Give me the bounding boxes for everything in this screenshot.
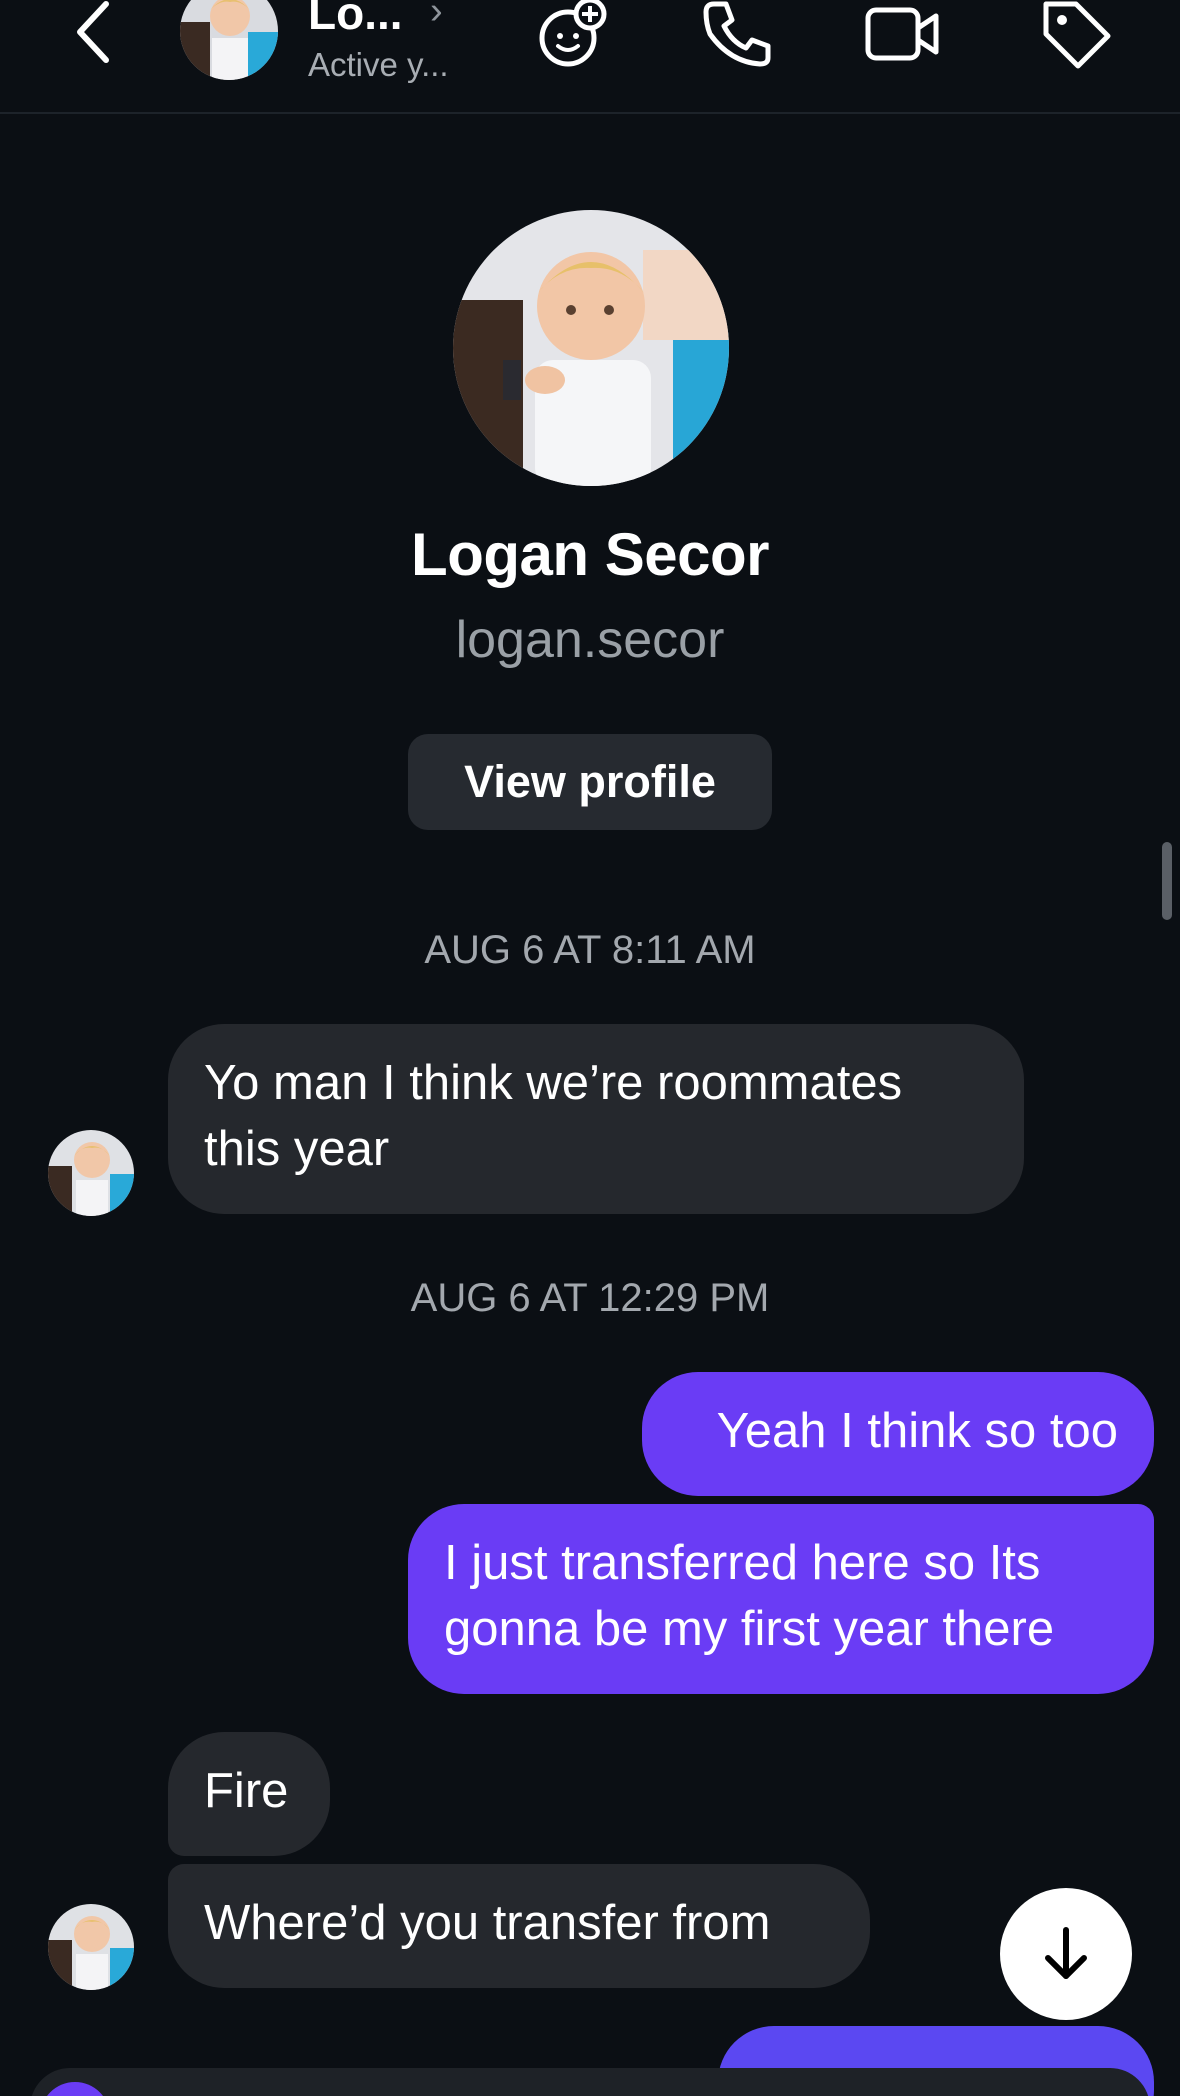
tag-button[interactable]	[1036, 0, 1116, 74]
scroll-to-bottom-button[interactable]	[1000, 1888, 1132, 2020]
message-timestamp: AUG 6 AT 12:29 PM	[410, 1276, 770, 1320]
arrow-down-icon	[1045, 1927, 1087, 1979]
call-button[interactable]	[696, 0, 776, 74]
tag-icon	[1043, 1, 1111, 69]
scrollbar[interactable]	[1162, 842, 1172, 920]
incoming-message[interactable]: Where’d you transfer from	[168, 1864, 870, 1988]
phone-icon	[703, 1, 771, 67]
incoming-message[interactable]: Yo man I think we’re roommates this year	[168, 1024, 1024, 1214]
back-button[interactable]	[68, 0, 122, 70]
header-contact-name[interactable]: Lo...	[308, 0, 403, 40]
profile-name: Logan Secor	[411, 521, 769, 588]
video-call-button[interactable]	[862, 0, 942, 74]
outgoing-message[interactable]: I just transferred here so Its gonna be …	[408, 1504, 1154, 1694]
view-profile-button[interactable]: View profile	[408, 734, 772, 830]
message-text-line: this year	[204, 1122, 390, 1176]
chevron-right-icon[interactable]: ›	[430, 0, 443, 33]
incoming-message[interactable]: Fire	[168, 1732, 330, 1856]
message-text-line: I just transferred here so Its	[444, 1536, 1041, 1590]
effects-button[interactable]	[534, 0, 614, 74]
message-composer[interactable]	[30, 2068, 1150, 2096]
sender-avatar[interactable]	[48, 1130, 134, 1216]
message-text-line: Yo man I think we’re roommates	[204, 1056, 903, 1110]
outgoing-message[interactable]: Yeah I think so too	[642, 1372, 1154, 1496]
message-text-line: gonna be my first year there	[444, 1602, 1055, 1656]
header-active-status: Active y...	[308, 46, 449, 83]
profile-username: logan.secor	[455, 611, 725, 669]
video-icon	[865, 7, 939, 61]
profile-avatar[interactable]	[453, 210, 729, 486]
message-text-line: Fire	[204, 1764, 289, 1818]
conversation-header: Lo... › Active y...	[0, 0, 1180, 114]
sender-avatar[interactable]	[48, 1904, 134, 1990]
header-avatar[interactable]	[180, 0, 278, 80]
message-timestamp: AUG 6 AT 8:11 AM	[424, 928, 756, 972]
effects-icon	[539, 0, 607, 67]
dm-screen: Lo... › Active y... Logan Secor logan.se…	[0, 0, 1180, 2096]
back-chevron-icon	[77, 1, 109, 63]
message-text-line: Yeah I think so too	[716, 1404, 1118, 1458]
message-text-line: Where’d you transfer from	[204, 1896, 771, 1950]
